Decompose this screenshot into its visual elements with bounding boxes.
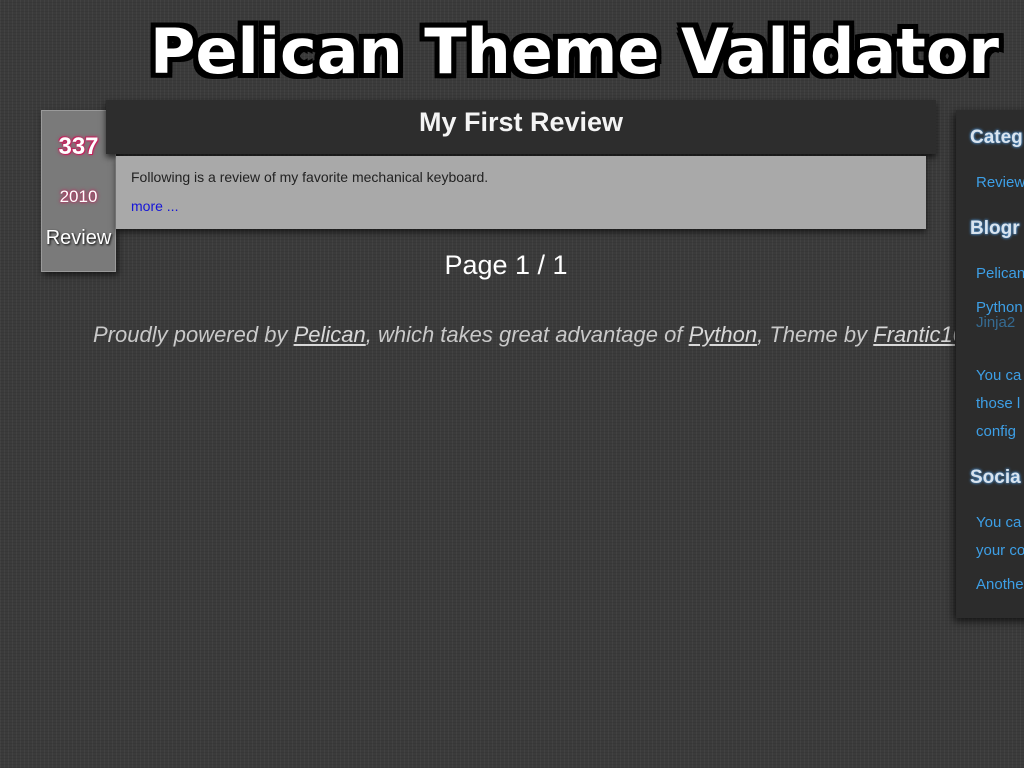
read-more-link[interactable]: more ... bbox=[131, 198, 178, 214]
blogroll-link-text[interactable]: those l bbox=[976, 395, 1020, 412]
theme-author-link[interactable]: Frantic104 bbox=[873, 322, 955, 347]
social-link-text[interactable]: your co bbox=[976, 542, 1024, 559]
blogroll-link-pelican[interactable]: Pelican bbox=[976, 265, 1024, 282]
date-day: 337 bbox=[58, 133, 99, 160]
article-summary: Following is a review of my favorite mec… bbox=[116, 156, 926, 229]
date-year: 2010 bbox=[59, 187, 98, 206]
article-title-link[interactable]: My First Review bbox=[419, 107, 623, 138]
social-link-text[interactable]: You ca bbox=[976, 514, 1021, 531]
social-heading: Socia bbox=[970, 467, 1021, 488]
article-category-link[interactable]: Review bbox=[42, 227, 115, 250]
blogroll-link-text[interactable]: You ca bbox=[976, 367, 1021, 384]
pelican-link[interactable]: Pelican bbox=[294, 322, 366, 347]
social-link-another[interactable]: Anothe bbox=[976, 576, 1024, 593]
blogroll-link-jinja2[interactable]: Jinja2 bbox=[976, 314, 1015, 331]
blogroll-heading: Blogr bbox=[970, 218, 1020, 239]
blogroll-link-text[interactable]: config bbox=[976, 423, 1016, 440]
site-title[interactable]: Pelican Theme Validator bbox=[150, 8, 999, 96]
footer-text: Proudly powered by bbox=[93, 322, 294, 347]
python-link[interactable]: Python bbox=[689, 322, 758, 347]
article-date-box: 337 2010 Review bbox=[41, 110, 116, 272]
article-header: My First Review bbox=[106, 100, 936, 154]
sidebar-category-review[interactable]: Review bbox=[976, 174, 1024, 191]
sidebar: Categ Review Blogr Pelican Python Jinja2… bbox=[956, 110, 1024, 618]
footer-text: , which takes great advantage of bbox=[365, 322, 689, 347]
footer: Proudly powered by Pelican, which takes … bbox=[93, 322, 955, 348]
summary-text: Following is a review of my favorite mec… bbox=[131, 169, 489, 185]
categories-heading: Categ bbox=[970, 127, 1023, 148]
pagination: Page 1 / 1 bbox=[444, 250, 568, 280]
footer-text: , Theme by bbox=[757, 322, 874, 347]
